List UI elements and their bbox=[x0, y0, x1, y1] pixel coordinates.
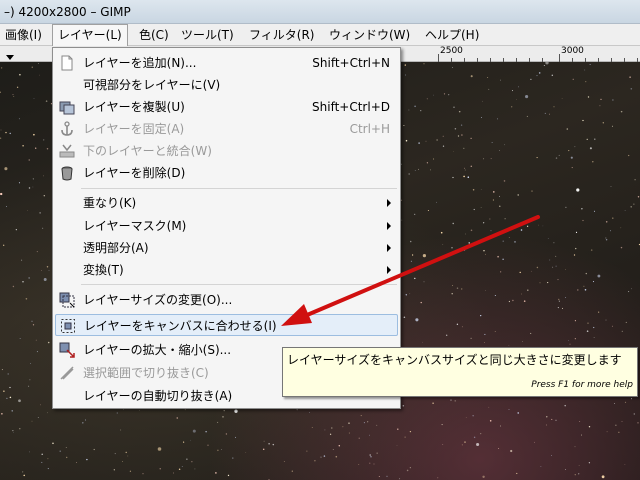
scale-layer-icon bbox=[59, 342, 75, 358]
menu-separator bbox=[81, 284, 397, 285]
layer-to-canvas-icon bbox=[61, 319, 75, 333]
menu-item-label: レイヤーを削除(D) bbox=[83, 166, 186, 180]
trash-icon bbox=[61, 166, 73, 181]
menu-item-label: 変換(T) bbox=[83, 263, 124, 277]
window-title: –) 4200x2800 – GIMP bbox=[4, 5, 131, 19]
menu-item-transparency[interactable]: 透明部分(A) bbox=[53, 237, 400, 259]
tooltip-help-hint: Press F1 for more help bbox=[531, 380, 633, 390]
menu-filters[interactable]: フィルタ(R) bbox=[244, 24, 319, 46]
menu-item-layer-boundary-size[interactable]: レイヤーサイズの変更(O)... bbox=[53, 289, 400, 311]
window-title-bar: –) 4200x2800 – GIMP bbox=[0, 0, 640, 24]
duplicate-layer-icon bbox=[59, 101, 75, 115]
menu-tools[interactable]: ツール(T) bbox=[176, 24, 239, 46]
tooltip-text: レイヤーサイズをキャンバスサイズと同じ大きさに変更します bbox=[287, 353, 622, 367]
menu-item-merge-down[interactable]: 下のレイヤーと統合(W) bbox=[53, 140, 400, 162]
menu-item-label: レイヤーサイズの変更(O)... bbox=[83, 293, 233, 307]
merge-down-icon bbox=[59, 144, 75, 158]
menu-item-stack[interactable]: 重なり(K) bbox=[53, 192, 400, 214]
menu-item-label: 可視部分をレイヤーに(V) bbox=[83, 78, 221, 92]
menu-separator bbox=[81, 188, 397, 189]
menu-item-label: 透明部分(A) bbox=[83, 241, 149, 255]
menu-item-label: レイヤーマスク(M) bbox=[83, 219, 187, 233]
menu-item-layer-mask[interactable]: レイヤーマスク(M) bbox=[53, 215, 400, 237]
menu-colors[interactable]: 色(C) bbox=[134, 24, 174, 46]
menu-item-label: レイヤーの自動切り抜き(A) bbox=[83, 389, 233, 403]
crop-to-selection-icon bbox=[60, 366, 74, 380]
ruler-label-2500: 2500 bbox=[440, 46, 463, 56]
ruler-label-3000: 3000 bbox=[561, 46, 584, 56]
tooltip: レイヤーサイズをキャンバスサイズと同じ大きさに変更します Press F1 fo… bbox=[282, 347, 638, 397]
submenu-arrow-icon bbox=[387, 222, 391, 230]
menu-item-label: レイヤーの拡大・縮小(S)... bbox=[83, 343, 232, 357]
menu-item-duplicate-layer[interactable]: レイヤーを複製(U) Shift+Ctrl+D bbox=[53, 96, 400, 118]
menu-item-label: レイヤーを固定(A) bbox=[83, 122, 185, 136]
anchor-icon bbox=[61, 121, 73, 136]
menu-help[interactable]: ヘルプ(H) bbox=[420, 24, 484, 46]
menu-item-label: 重なり(K) bbox=[83, 196, 137, 210]
menu-item-delete-layer[interactable]: レイヤーを削除(D) bbox=[53, 162, 400, 184]
menu-image[interactable]: 画像(I) bbox=[0, 24, 47, 46]
menu-item-label: 選択範囲で切り抜き(C) bbox=[83, 366, 209, 380]
menu-item-new-from-visible[interactable]: 可視部分をレイヤーに(V) bbox=[53, 74, 400, 96]
submenu-arrow-icon bbox=[387, 266, 391, 274]
layer-boundary-size-icon bbox=[59, 292, 75, 308]
menu-layer[interactable]: レイヤー(L) bbox=[52, 24, 128, 46]
menu-item-anchor-layer[interactable]: レイヤーを固定(A) Ctrl+H bbox=[53, 118, 400, 140]
ruler-pointer-icon bbox=[6, 55, 14, 60]
menu-item-label: レイヤーを追加(N)... bbox=[83, 56, 197, 70]
menu-item-transform[interactable]: 変換(T) bbox=[53, 259, 400, 281]
menu-item-shortcut: Shift+Ctrl+N bbox=[312, 56, 390, 70]
menu-item-label: 下のレイヤーと統合(W) bbox=[83, 144, 212, 158]
submenu-arrow-icon bbox=[387, 244, 391, 252]
menu-item-label: レイヤーを複製(U) bbox=[83, 100, 185, 114]
menu-item-new-layer[interactable]: レイヤーを追加(N)... Shift+Ctrl+N bbox=[53, 52, 400, 74]
menu-windows[interactable]: ウィンドウ(W) bbox=[324, 24, 415, 46]
menu-bar: 画像(I) レイヤー(L) 色(C) ツール(T) フィルタ(R) ウィンドウ(… bbox=[0, 24, 640, 46]
menu-item-layer-to-image-size[interactable]: レイヤーをキャンバスに合わせる(I) bbox=[55, 314, 398, 336]
submenu-arrow-icon bbox=[387, 199, 391, 207]
menu-item-label: レイヤーをキャンバスに合わせる(I) bbox=[84, 319, 277, 333]
menu-item-shortcut: Shift+Ctrl+D bbox=[312, 100, 390, 114]
new-layer-icon bbox=[61, 55, 73, 71]
menu-item-shortcut: Ctrl+H bbox=[349, 122, 390, 136]
